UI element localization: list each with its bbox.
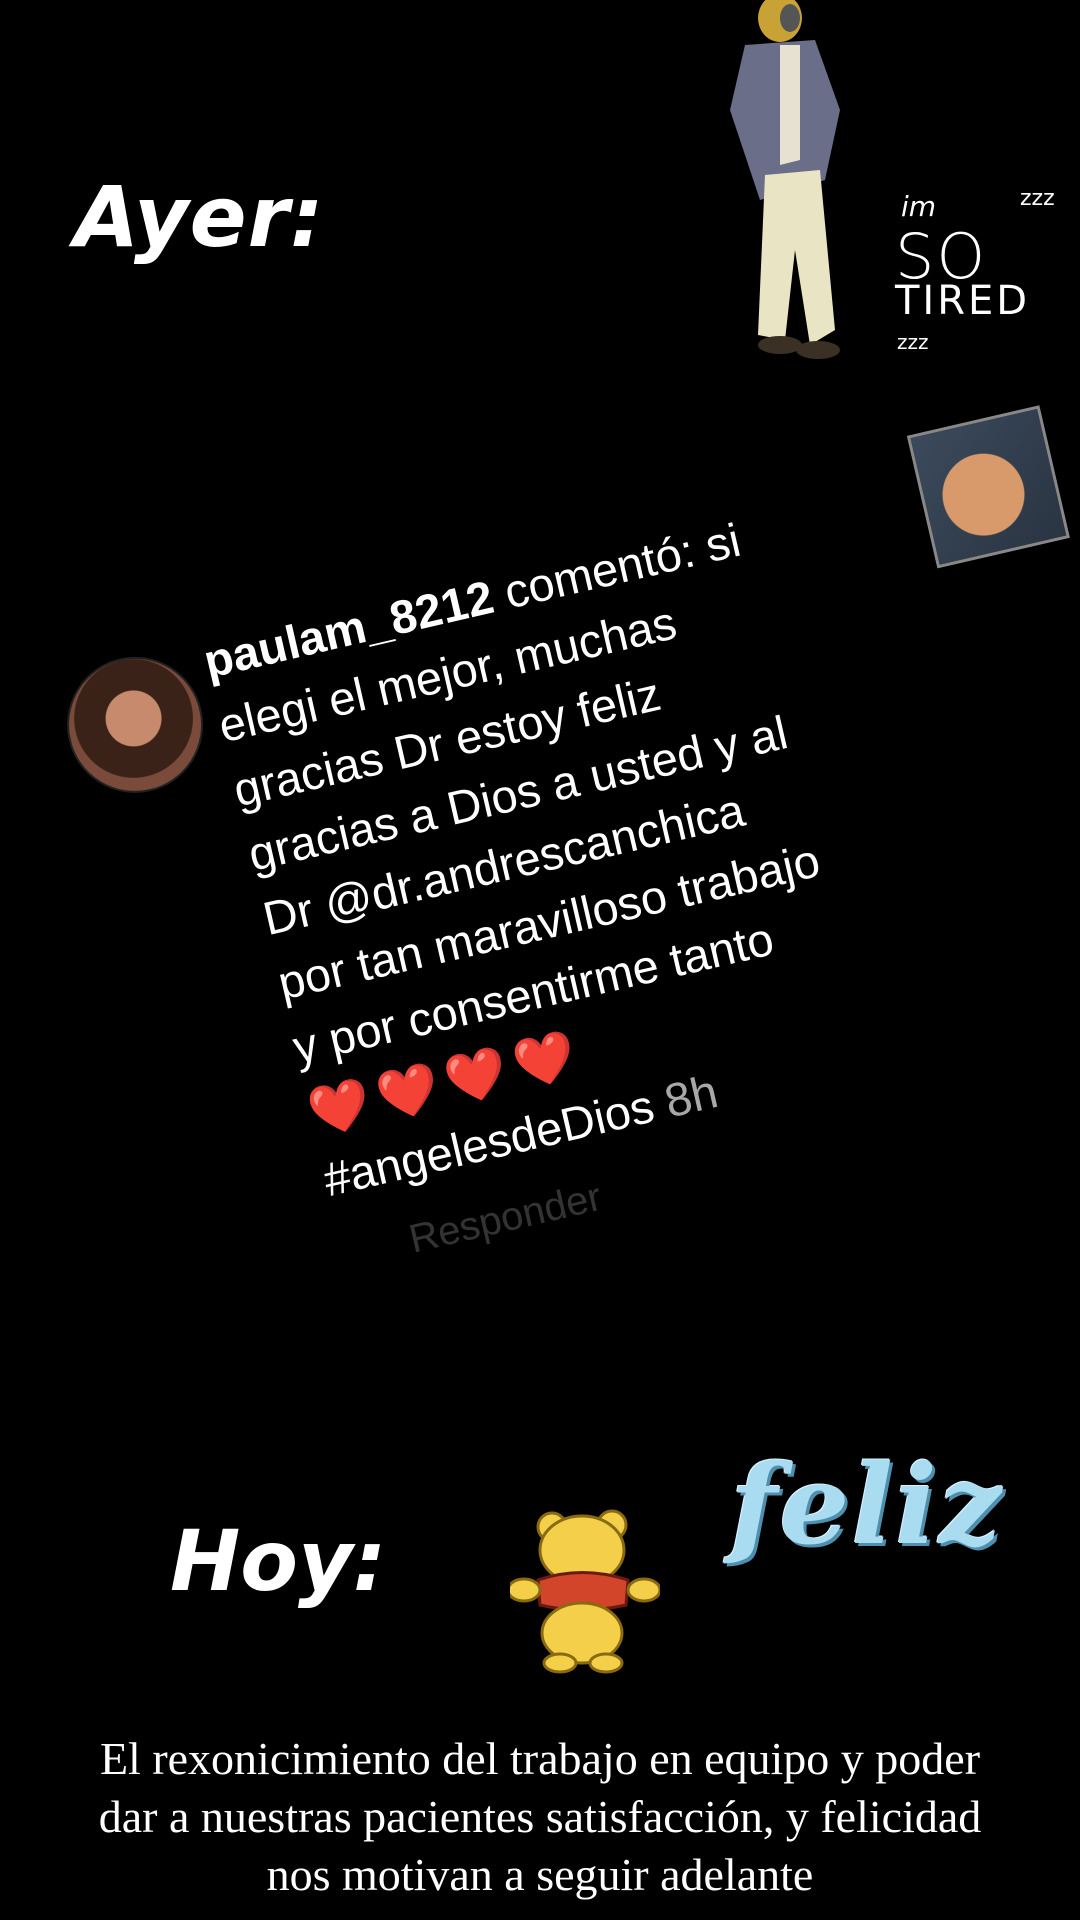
ayer-label: Ayer: bbox=[74, 168, 325, 266]
man-sticker-icon bbox=[730, 0, 840, 359]
caption-line: El rexonicimiento del trabajo en equipo … bbox=[99, 1733, 981, 1784]
comment-time: 8h bbox=[646, 1064, 723, 1131]
caption-line: nos motivan a seguir adelante bbox=[266, 1849, 814, 1900]
story-caption: El rexonicimiento del trabajo en equipo … bbox=[0, 1730, 1080, 1904]
caption-line: dar a nuestras pacientes satisfacción, y… bbox=[98, 1791, 982, 1842]
feliz-sticker: feliz bbox=[730, 1440, 1004, 1569]
post-thumbnail[interactable] bbox=[906, 405, 1070, 569]
comment-text: paulam_8212 comentó: si elegi el mejor, … bbox=[197, 459, 1072, 1213]
pooh-sticker-icon bbox=[510, 1509, 660, 1674]
user-avatar[interactable] bbox=[53, 643, 217, 807]
hoy-label: Hoy: bbox=[170, 1512, 387, 1610]
sticker-im-text: im bbox=[901, 190, 937, 223]
comment-notification: paulam_8212 comentó: si elegi el mejor, … bbox=[10, 405, 1072, 1320]
sticker-zzz-top: zzz bbox=[1020, 186, 1055, 211]
